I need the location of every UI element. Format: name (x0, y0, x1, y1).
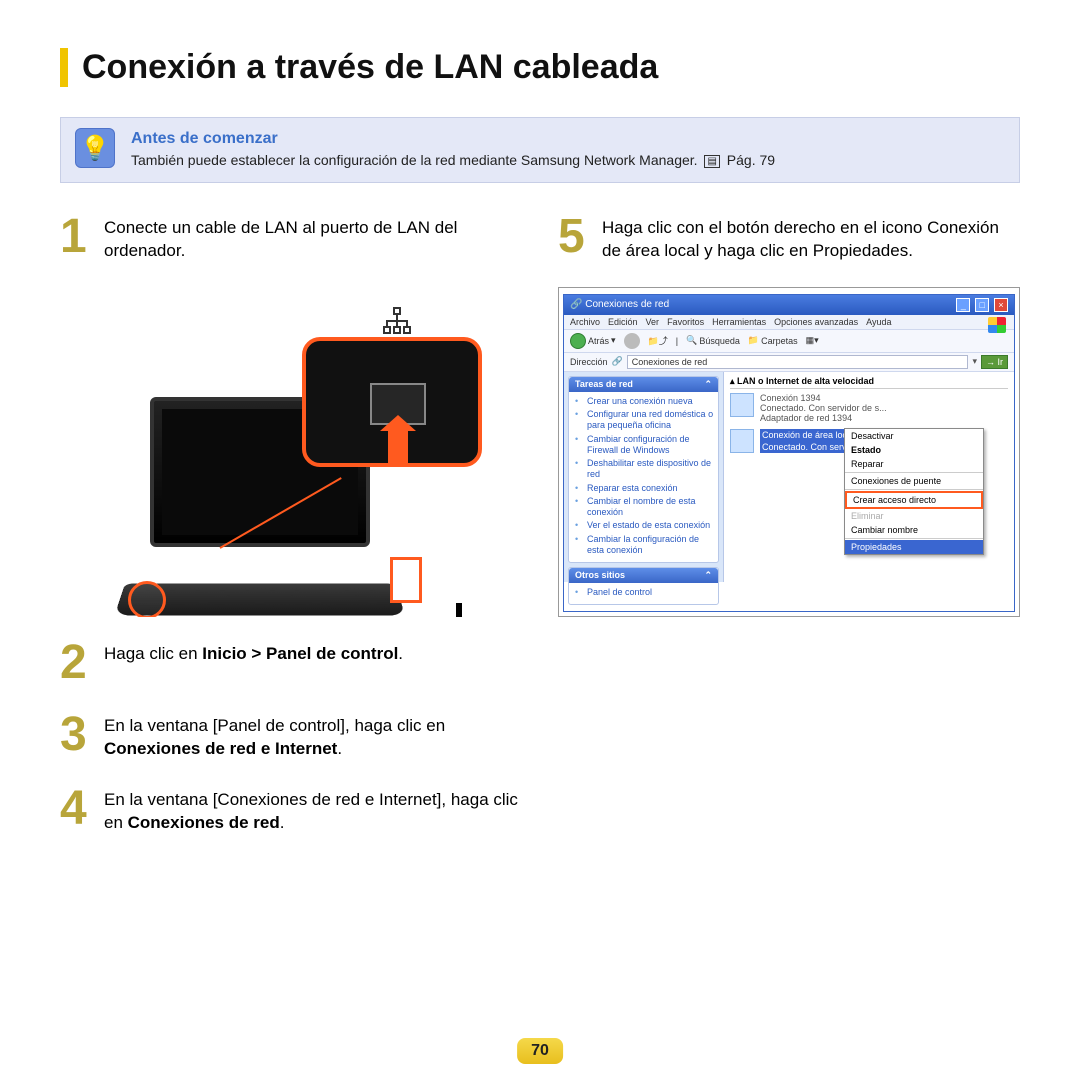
info-text-a: También puede establecer la configuració… (131, 152, 701, 168)
lan-port-highlight-icon (128, 581, 166, 617)
lightbulb-icon: 💡 (75, 128, 115, 168)
step-2: 2 Haga clic en Inicio > Panel de control… (60, 639, 522, 687)
arrow-up-icon (388, 431, 408, 465)
context-item-properties[interactable]: Propiedades (845, 540, 983, 554)
forward-icon[interactable] (624, 333, 640, 349)
menu-bar[interactable]: ArchivoEdiciónVerFavoritosHerramientasOp… (564, 315, 1014, 330)
context-item-repair[interactable]: Reparar (845, 457, 983, 471)
connection-item[interactable]: Conexión 1394Conectado. Con servidor de … (730, 393, 1008, 423)
laptop-lan-illustration (60, 287, 522, 617)
info-heading: Antes de comenzar (131, 130, 1005, 148)
context-menu: Desactivar Estado Reparar Conexiones de … (844, 428, 984, 555)
task-list: Crear una conexión nueva Configurar una … (569, 392, 718, 562)
task-link[interactable]: Cambiar el nombre de esta conexión (573, 495, 714, 520)
window-titlebar: 🔗 Conexiones de red _ □ × (564, 295, 1014, 315)
context-item-status[interactable]: Estado (845, 443, 983, 457)
step-number: 3 (60, 711, 104, 761)
go-button[interactable]: → Ir (981, 355, 1008, 369)
info-text: También puede establecer la configuració… (131, 152, 1005, 168)
context-item-shortcut[interactable]: Crear acceso directo (845, 491, 983, 509)
step-number: 4 (60, 785, 104, 835)
lan-port-detail (302, 337, 482, 467)
task-link[interactable]: Cambiar la configuración de esta conexió… (573, 533, 714, 558)
task-link[interactable]: Panel de control (573, 586, 714, 599)
page-ref-icon: ▤ (704, 155, 719, 168)
other-places-header[interactable]: Otros sitios⌃ (569, 568, 718, 583)
context-item-delete[interactable]: Eliminar (845, 509, 983, 523)
step-number: 5 (558, 213, 602, 263)
step-4: 4 En la ventana [Conexiones de red e Int… (60, 785, 522, 835)
task-link[interactable]: Cambiar configuración de Firewall de Win… (573, 433, 714, 458)
step-text: En la ventana [Conexiones de red e Inter… (104, 785, 522, 835)
address-label: Dirección (570, 357, 608, 367)
info-box: 💡 Antes de comenzar También puede establ… (60, 117, 1020, 183)
task-link[interactable]: Ver el estado de esta conexión (573, 519, 714, 532)
context-item-disable[interactable]: Desactivar (845, 429, 983, 443)
page-number: 70 (517, 1038, 563, 1064)
up-icon[interactable]: 📁⤴ (648, 334, 668, 347)
step-text: En la ventana [Panel de control], haga c… (104, 711, 522, 761)
toolbar[interactable]: Atrás ▾ 📁⤴ | 🔍 Búsqueda 📁 Carpetas ▦▾ (564, 330, 1014, 353)
task-link[interactable]: Reparar esta conexión (573, 482, 714, 495)
maximize-button[interactable]: □ (975, 298, 989, 312)
task-link[interactable]: Deshabilitar este dispositivo de red (573, 457, 714, 482)
info-page-ref: Pág. 79 (727, 152, 775, 168)
step-text: Haga clic en Inicio > Panel de control. (104, 639, 403, 687)
step-text: Conecte un cable de LAN al puerto de LAN… (104, 213, 522, 263)
views-button[interactable]: ▦▾ (806, 335, 819, 346)
task-link[interactable]: Crear una conexión nueva (573, 395, 714, 408)
step-5: 5 Haga clic con el botón derecho en el i… (558, 213, 1020, 263)
step-1: 1 Conecte un cable de LAN al puerto de L… (60, 213, 522, 263)
back-icon[interactable] (570, 333, 586, 349)
step-number: 2 (60, 639, 104, 687)
task-pane-header[interactable]: Tareas de red⌃ (569, 377, 718, 392)
step-number: 1 (60, 213, 104, 263)
page-title: Conexión a través de LAN cableada (82, 48, 1020, 87)
step-text: Haga clic con el botón derecho en el ico… (602, 213, 1020, 263)
context-item-rename[interactable]: Cambiar nombre (845, 523, 983, 537)
task-link[interactable]: Configurar una red doméstica o para pequ… (573, 408, 714, 433)
network-connections-screenshot: 🔗 Conexiones de red _ □ × ArchivoEdición… (558, 287, 1020, 617)
close-button[interactable]: × (994, 298, 1008, 312)
search-button[interactable]: 🔍 Búsqueda (686, 335, 740, 346)
minimize-button[interactable]: _ (956, 298, 970, 312)
address-field[interactable]: Conexiones de red (627, 355, 969, 369)
step-3: 3 En la ventana [Panel de control], haga… (60, 711, 522, 761)
context-item-bridge[interactable]: Conexiones de puente (845, 474, 983, 488)
task-pane: Tareas de red⌃ Crear una conexión nueva … (564, 372, 724, 582)
windows-logo-icon (988, 317, 1006, 333)
connection-icon (730, 429, 754, 453)
section-heading: ▴ LAN o Internet de alta velocidad (730, 376, 1008, 389)
folders-button[interactable]: 📁 Carpetas (748, 335, 798, 346)
connection-icon (730, 393, 754, 417)
rj45-plug-icon (390, 557, 422, 603)
